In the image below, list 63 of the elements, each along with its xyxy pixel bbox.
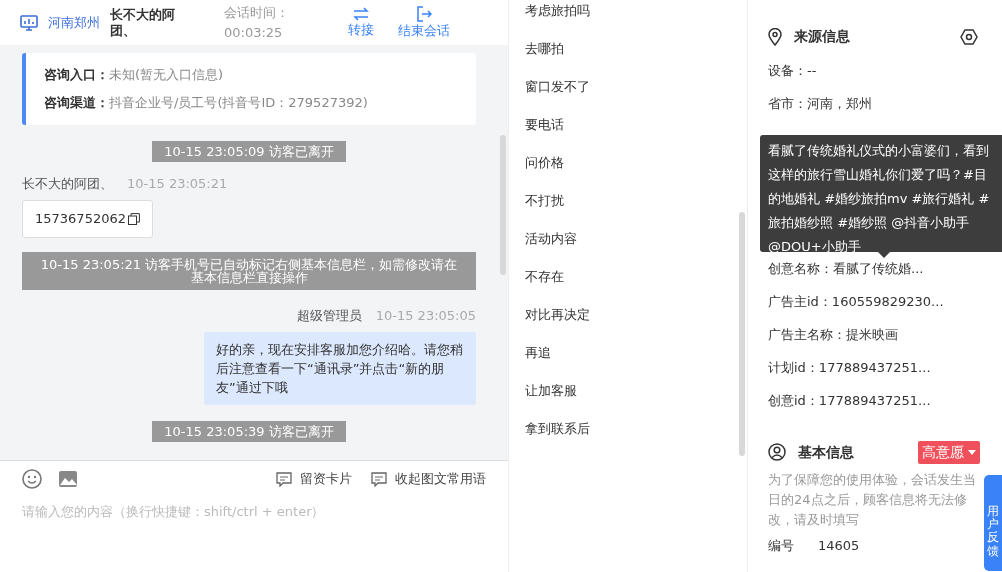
- field-value: 14605: [818, 537, 860, 555]
- info-label: 咨询入口：: [44, 66, 109, 84]
- quick-reply-item[interactable]: 窗口发不了: [525, 79, 590, 94]
- feedback-tab[interactable]: 用户反馈: [984, 475, 1002, 571]
- info-label: 咨询渠道：: [44, 94, 109, 112]
- lead-card-button[interactable]: 留资卡片: [275, 469, 352, 489]
- toggle-phrases-button[interactable]: 收起图文常用语: [371, 469, 486, 489]
- source-field: 广告主名称：提米映画: [768, 326, 898, 342]
- caret-down-icon: [968, 450, 976, 455]
- sender-name: 超级管理员: [296, 307, 362, 323]
- hexagon-settings-icon[interactable]: [960, 27, 978, 46]
- source-field: 创意id：177889437251...: [768, 392, 931, 408]
- comment-icon: [275, 471, 292, 487]
- phone-number: 15736752062: [35, 210, 126, 228]
- user-circle-icon: [768, 443, 786, 461]
- section-title: 来源信息: [794, 27, 850, 46]
- intent-dropdown[interactable]: 高意愿: [917, 440, 980, 464]
- message-time: 10-15 23:05:05: [375, 307, 476, 323]
- scrollbar-thumb[interactable]: [500, 135, 506, 275]
- field-label: 编号: [768, 537, 795, 555]
- visitor-name: 长不大的阿团、: [110, 6, 176, 39]
- message-bubble: 好的亲，现在安排客服加您介绍哈。请您稍后注意查看一下“通讯录”并点击“新的朋友”通过下哦: [204, 331, 476, 405]
- system-notice: 10-15 23:05:39 访客已离开: [152, 420, 346, 442]
- quick-reply-item[interactable]: 再追: [525, 345, 551, 360]
- location-text: 河南郑州: [48, 13, 100, 32]
- quick-reply-item[interactable]: 不存在: [525, 269, 564, 284]
- quick-reply-item[interactable]: 要电话: [525, 117, 564, 132]
- quick-reply-item[interactable]: 让加客服: [525, 383, 577, 398]
- location-pin-icon: [768, 27, 782, 46]
- smiley-icon[interactable]: [22, 469, 42, 489]
- section-title: 基本信息: [798, 442, 854, 462]
- system-notice: 10-15 23:05:21 访客手机号已自动标记右侧基本信息栏，如需修改请在基本信息栏直接操作: [22, 251, 476, 290]
- info-value: 未知(暂无入口信息): [109, 66, 224, 84]
- copy-icon[interactable]: [128, 212, 140, 225]
- monitor-chart-icon: [20, 14, 38, 31]
- quick-reply-item[interactable]: 考虑旅拍吗: [525, 3, 590, 18]
- source-field: 计划id：177889437251...: [768, 359, 931, 375]
- source-field: 创意名称：看腻了传统婚...: [768, 260, 924, 276]
- tooltip-arrow: [878, 252, 890, 258]
- info-value: 抖音企业号/员工号(抖音号ID：279527392): [109, 94, 368, 112]
- quick-reply-item[interactable]: 去哪拍: [525, 41, 564, 56]
- quick-reply-item[interactable]: 不打扰: [525, 193, 564, 208]
- image-icon[interactable]: [58, 470, 78, 488]
- system-notice: 10-15 23:05:09 访客已离开: [152, 141, 346, 162]
- quick-reply-item[interactable]: 问价格: [525, 155, 564, 170]
- quick-reply-item[interactable]: 活动内容: [525, 231, 577, 246]
- tooltip: 看腻了传统婚礼仪式的小富婆们，看到这样的旅行雪山婚礼你们爱了吗？#目的地婚礼 #婚纱旅拍mv #旅行婚礼 #旅拍婚纱照 #婚纱照 @抖音小助手 @DOU+小助手: [760, 135, 1002, 252]
- sender-name: 长不大的阿团、: [22, 176, 113, 191]
- source-field: 广告主id：160559829230...: [768, 293, 944, 309]
- swap-arrows-icon: [353, 6, 369, 21]
- session-time: 00:03:25: [224, 23, 284, 42]
- source-field: 省市：河南，郑州: [768, 95, 872, 111]
- comment-icon: [371, 471, 387, 487]
- exit-icon: [416, 5, 432, 22]
- quick-reply-item[interactable]: 对比再决定: [525, 307, 590, 322]
- source-field: 设备：--: [768, 62, 817, 78]
- end-session-button[interactable]: 结束会话: [398, 5, 450, 40]
- scrollbar-thumb[interactable]: [739, 212, 745, 456]
- message-time: 10-15 23:05:21: [127, 176, 228, 191]
- notice-text: 为了保障您的使用体验，会话发生当日的24点之后，顾客信息将无法修改，请及时填写: [768, 470, 977, 529]
- transfer-button[interactable]: 转接: [348, 6, 374, 39]
- session-time-label: 会话时间：: [224, 3, 290, 22]
- quick-reply-item[interactable]: 拿到联系后: [525, 421, 590, 436]
